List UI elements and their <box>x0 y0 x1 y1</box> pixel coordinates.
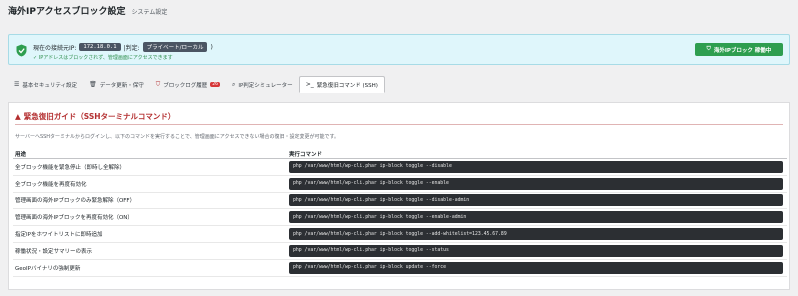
panel-description: サーバーへSSHターミナルからログインし、以下のコマンドを実行することで、管理画… <box>15 134 339 140</box>
table-row: 指定IPをホワイトリストに即時追加 php /var/www/html/wp-c… <box>13 226 787 243</box>
panel-title: ▲ 緊急復旧ガイド（SSHターミナルコマンド） <box>15 111 175 122</box>
block-status-button[interactable]: ⛉ 海外IPブロック 稼働中 <box>695 43 783 56</box>
command-code[interactable]: php /var/www/html/wp-cli.phar ip-block t… <box>289 177 783 190</box>
command-code[interactable]: php /var/www/html/wp-cli.phar ip-block t… <box>289 194 783 207</box>
shield-check-icon <box>16 44 27 57</box>
judge-suffix: ) <box>210 43 213 51</box>
block-count-badge: 26 <box>210 82 220 87</box>
command-code[interactable]: php /var/www/html/wp-cli.phar ip-block t… <box>289 244 783 257</box>
row-usage: 管理画面の海外IPブロックを再度有効化（ON） <box>15 215 133 222</box>
tab-label: データ更新・保守 <box>99 82 144 89</box>
list-icon: ☰ <box>14 81 20 88</box>
column-command: 実行コマンド <box>289 151 323 158</box>
ip-value-badge: 172.18.0.1 <box>79 43 121 51</box>
table-row: 稼働状況・設定サマリーの表示 php /var/www/html/wp-cli.… <box>13 243 787 260</box>
table-row: 全ブロック機能を緊急停止（即時し全解除） php /var/www/html/w… <box>13 159 787 176</box>
column-usage: 用途 <box>15 151 27 158</box>
trash-icon: 🗑 <box>89 81 97 88</box>
terminal-icon: >_ <box>305 81 314 88</box>
search-icon: ⌕ <box>231 80 236 88</box>
page-subtitle: システム設定 <box>131 9 168 16</box>
shield-icon: ⛉ <box>706 46 711 52</box>
emergency-recovery-panel: ▲ 緊急復旧ガイド（SSHターミナルコマンド） サーバーへSSHターミナルからロ… <box>8 102 790 290</box>
row-usage: 全ブロック機能を緊急停止（即時し全解除） <box>15 164 126 171</box>
table-header: 用途 実行コマンド <box>13 149 787 159</box>
tab-emergency-ssh[interactable]: >_ 緊急復旧コマンド (SSH) <box>298 76 385 93</box>
tab-data-maintenance[interactable]: 🗑 データ更新・保守 <box>83 76 150 93</box>
judge-label: |判定: <box>123 44 140 52</box>
row-usage: 稼働状況・設定サマリーの表示 <box>15 248 93 255</box>
tab-basic-security[interactable]: ☰ 基本セキュリティ設定 <box>8 76 83 93</box>
tab-block-log[interactable]: ⛉ ブロックログ履歴 26 <box>150 76 226 93</box>
ip-info: 現在の接続元IP: 172.18.0.1 |判定: プライベート/ローカル ) <box>33 42 213 52</box>
warning-icon: ▲ <box>15 112 21 121</box>
command-code[interactable]: php /var/www/html/wp-cli.phar ip-block u… <box>289 261 783 274</box>
command-code[interactable]: php /var/www/html/wp-cli.phar ip-block t… <box>289 160 783 173</box>
table-row: 管理画面の海外IPブロックを再度有効化（ON） php /var/www/htm… <box>13 209 787 227</box>
row-usage: 管理画面の海外IPブロックのみ緊急解除（OFF） <box>15 198 136 205</box>
tab-label: 基本セキュリティ設定 <box>22 82 78 89</box>
row-usage: GeoIPバイナリの強制更新 <box>15 265 81 272</box>
tab-label: 緊急復旧コマンド (SSH) <box>316 82 378 89</box>
table-row: 管理画面の海外IPブロックのみ緊急解除（OFF） php /var/www/ht… <box>13 193 787 210</box>
row-usage: 全ブロック機能を再度有効化 <box>15 181 87 188</box>
command-code[interactable]: php /var/www/html/wp-cli.phar ip-block t… <box>289 211 783 224</box>
ip-label: 現在の接続元IP: <box>33 44 77 52</box>
block-status-label: 海外IPブロック 稼働中 <box>713 47 772 54</box>
page-header: 海外IPアクセスブロック設定 システム設定 <box>8 4 167 20</box>
network-type-badge: プライベート/ローカル <box>142 42 208 52</box>
panel-title-text: 緊急復旧ガイド（SSHターミナルコマンド） <box>23 112 176 121</box>
row-usage: 指定IPをホワイトリストに即時追加 <box>15 232 103 239</box>
access-allowed-note: ✓ IPアドレスはブロックされず、管理画面にアクセスできます <box>33 55 173 61</box>
tab-label: ブロックログ履歴 <box>163 82 208 89</box>
command-code[interactable]: php /var/www/html/wp-cli.phar ip-block t… <box>289 228 783 241</box>
settings-tabs: ☰ 基本セキュリティ設定 🗑 データ更新・保守 ⛉ ブロックログ履歴 26 ⌕ … <box>8 76 385 93</box>
shield-icon: ⛉ <box>155 80 161 88</box>
divider <box>15 124 783 125</box>
table-row: GeoIPバイナリの強制更新 php /var/www/html/wp-cli.… <box>13 260 787 277</box>
command-table: 用途 実行コマンド 全ブロック機能を緊急停止（即時し全解除） php /var/… <box>13 149 787 277</box>
tab-ip-simulator[interactable]: ⌕ IP判定シミュレーター <box>226 76 299 93</box>
connection-status-banner: 現在の接続元IP: 172.18.0.1 |判定: プライベート/ローカル ) … <box>8 34 790 65</box>
page-title: 海外IPアクセスブロック設定 <box>8 7 126 17</box>
table-row: 全ブロック機能を再度有効化 php /var/www/html/wp-cli.p… <box>13 176 787 193</box>
tab-label: IP判定シミュレーター <box>238 82 293 89</box>
